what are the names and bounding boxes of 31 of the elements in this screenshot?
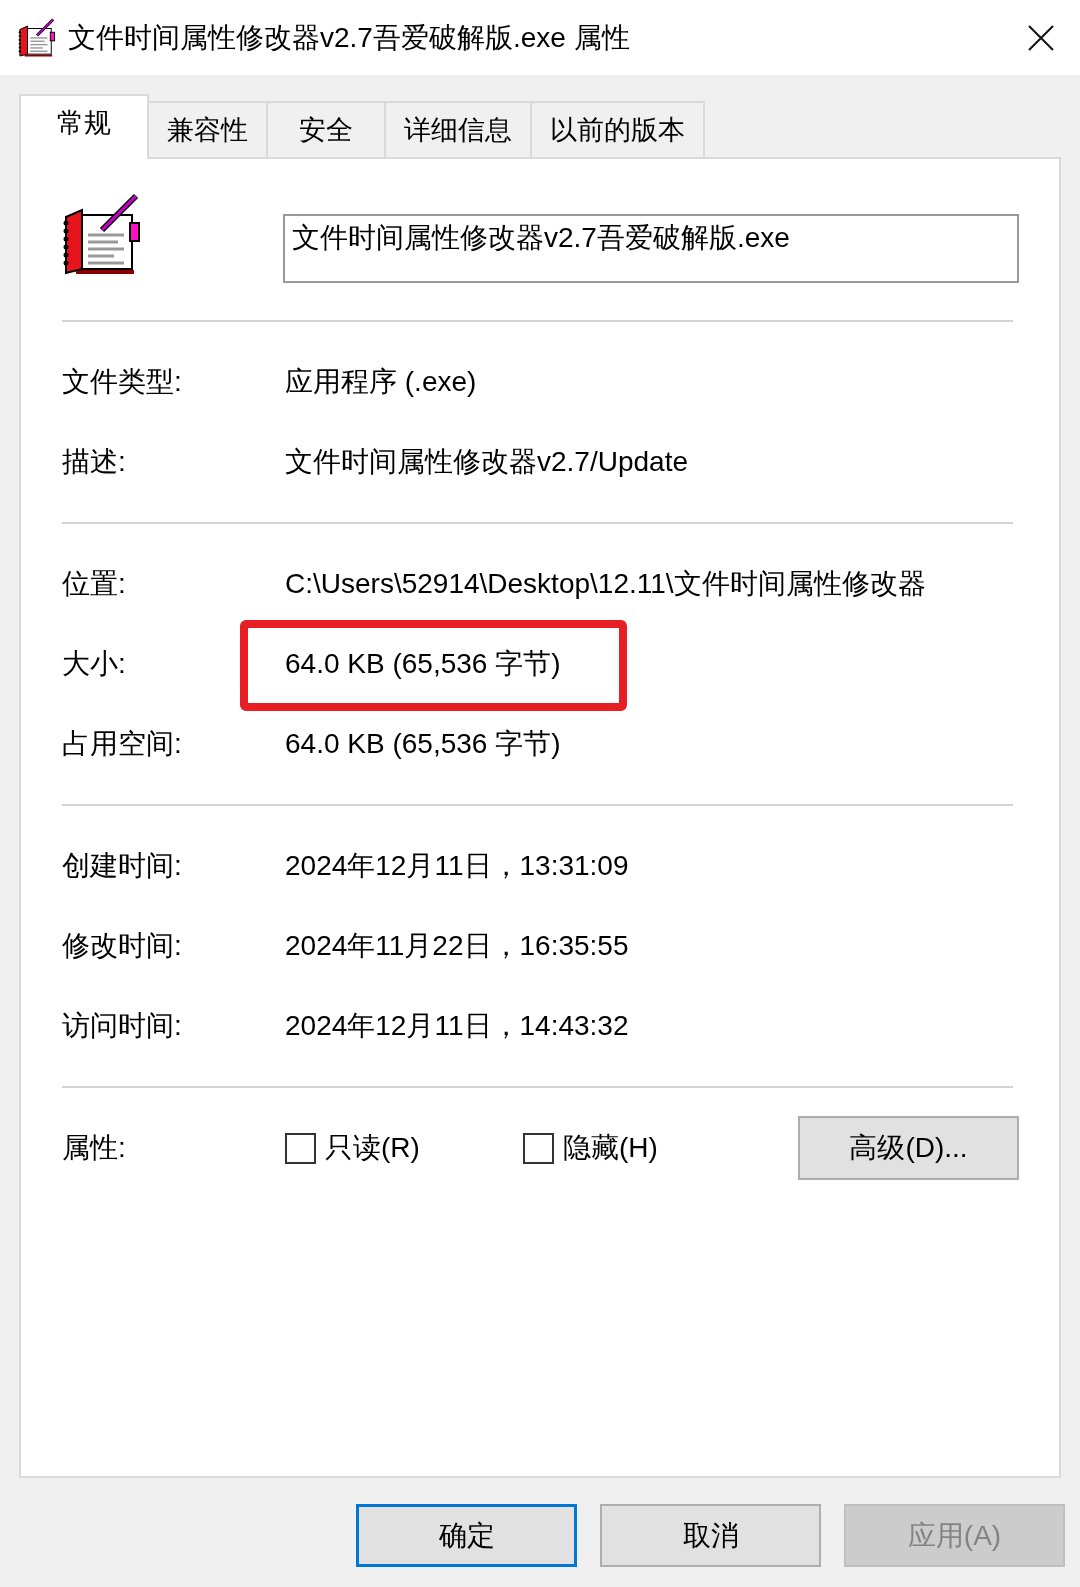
property-label: 修改时间: (62, 929, 183, 963)
notebook-pen-icon (18, 18, 56, 57)
close-icon[interactable] (1028, 24, 1054, 51)
property-value: C:\Users\52914\Desktop\12.11\文件时间属性修改器 (285, 567, 926, 601)
property-value: 2024年12月11日，13:31:09 (285, 849, 629, 883)
property-label: 描述: (62, 445, 127, 479)
property-value: 64.0 KB (65,536 字节) (285, 727, 561, 761)
property-value: 应用程序 (.exe) (285, 365, 477, 399)
property-label: 属性: (62, 1131, 127, 1165)
tab[interactable]: 以前的版本 (530, 101, 705, 157)
notebook-pen-icon (62, 193, 142, 275)
window-title: 文件时间属性修改器v2.7吾爱破解版.exe 属性 (68, 20, 630, 55)
property-value: 64.0 KB (65,536 字节) (285, 647, 561, 681)
dialog-button[interactable]: 取消 (600, 1504, 821, 1567)
dialog-button[interactable]: 确定 (356, 1504, 577, 1567)
property-label: 占用空间: (62, 727, 183, 761)
property-label: 访问时间: (62, 1009, 183, 1043)
property-value: 文件时间属性修改器v2.7/Update (285, 445, 688, 479)
checkbox[interactable] (523, 1132, 554, 1164)
checkbox-label[interactable]: 隐藏(H) (563, 1129, 658, 1167)
property-value: 2024年11月22日，16:35:55 (285, 929, 629, 963)
property-label: 创建时间: (62, 849, 183, 883)
file-name-field[interactable]: 文件时间属性修改器v2.7吾爱破解版.exe (283, 214, 1019, 283)
checkbox-label[interactable]: 只读(R) (325, 1129, 420, 1167)
tab[interactable]: 常规 (19, 94, 149, 159)
advanced-button[interactable]: 高级(D)... (798, 1116, 1019, 1180)
property-label: 文件类型: (62, 365, 183, 399)
property-label: 位置: (62, 567, 127, 601)
checkbox[interactable] (285, 1132, 316, 1164)
property-label: 大小: (62, 647, 127, 681)
property-value: 2024年12月11日，14:43:32 (285, 1009, 629, 1043)
